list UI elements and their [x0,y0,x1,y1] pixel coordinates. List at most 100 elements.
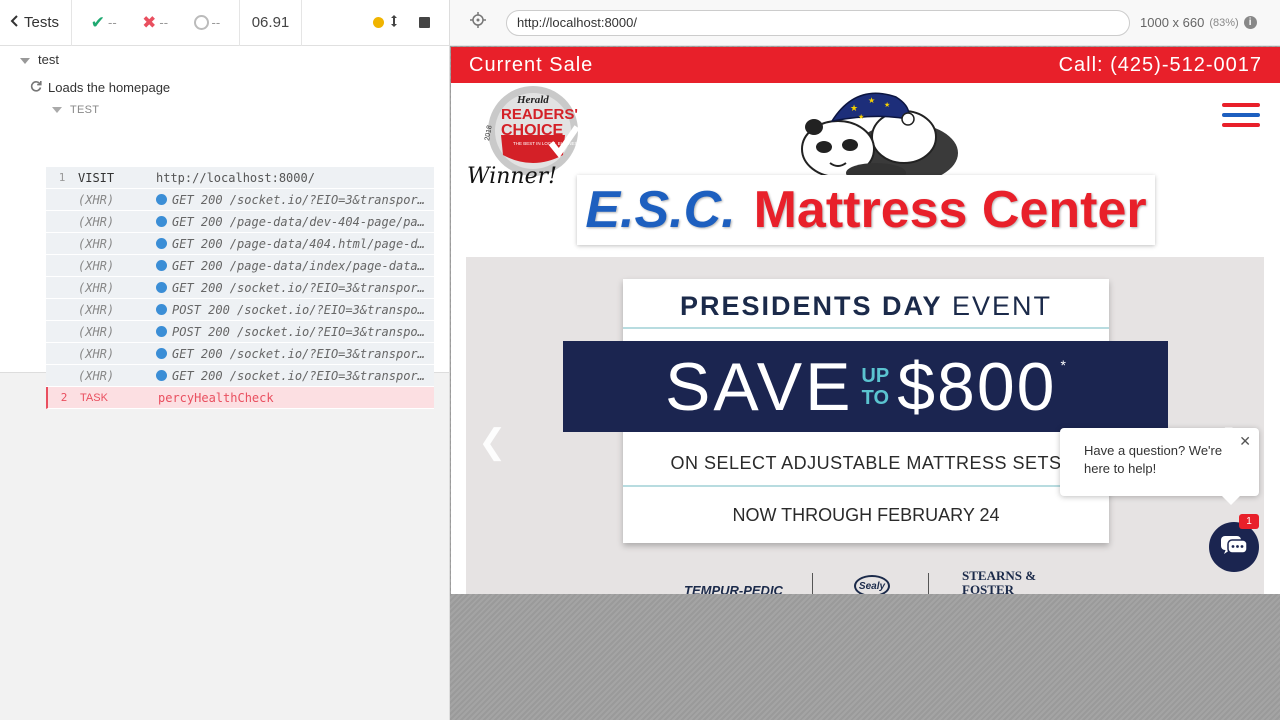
brand-logos: TEMPUR-PEDIC Sealy STEARNS & FOSTER [466,569,1264,594]
command-message: http://localhost:8000/ [156,171,434,185]
readers-choice-badge: Herald READERS' CHOICE 2018 THE BEST IN … [467,85,583,189]
command-row[interactable]: 1 VISIT http://localhost:8000/ [46,167,434,189]
chat-prompt[interactable]: Have a question? We're here to help! ✕ [1060,428,1259,496]
command-name: (XHR) [78,214,115,229]
command-message: GET 200 /page-data/dev-404-page/page-dat… [156,215,434,229]
brand-sealy: Sealy [854,575,890,594]
up-text: UP [861,364,890,387]
command-row[interactable]: (XHR) GET 200 /socket.io/?EIO=3&transport… [46,189,434,211]
selector-playground-button[interactable] [450,12,506,33]
command-message: percyHealthCheck [158,391,434,405]
caret-down-icon [20,57,30,64]
failed-count: -- [159,15,169,30]
xhr-status-dot-icon [156,259,167,271]
viewport-scale: (83%) [1209,16,1239,29]
stats: ✔ -- ✖ -- -- [72,0,240,46]
promo-divider [623,485,1109,487]
command-message-text: GET 200 /socket.io/?EIO=3&transport=poll… [172,192,434,207]
command-number: 2 [60,391,68,404]
command-row[interactable]: (XHR) GET 200 /socket.io/?EIO=3&transport… [46,365,434,387]
badge-winner-text: Winner! [467,164,557,189]
svg-text:★: ★ [868,96,875,105]
suite-label: test [38,52,59,67]
test-label: Loads the homepage [48,80,171,95]
badge-small-text: THE BEST IN LOCAL BUSINESS [513,141,581,146]
logo-name-text: Mattress Center [753,181,1147,239]
menu-bar-blue [1222,113,1260,117]
chat-bubbles-icon [1220,533,1248,562]
command-row[interactable]: (XHR) GET 200 /page-data/dev-404-page/pag… [46,211,434,233]
viewport-info[interactable]: 1000 x 660 (83%) i [1140,15,1257,30]
site-logo[interactable]: E.S.C. Mattress Center [577,175,1155,245]
info-icon: i [1243,16,1257,29]
command-name: VISIT [78,170,115,185]
suite-title[interactable]: test [20,52,59,67]
promo-title: PRESIDENTS DAY EVENT [623,291,1109,322]
command-message: GET 200 /socket.io/?EIO=3&transport=poll… [156,347,434,361]
save-asterisk: * [1060,357,1066,373]
tests-label: Tests [24,14,60,31]
save-amount: $800 [897,348,1057,425]
section-label[interactable]: TEST [52,104,99,116]
auto-scroll-toggle[interactable] [371,0,399,46]
phone-link[interactable]: Call: (425)-512-0017 [1059,54,1262,77]
command-message-text: GET 200 /page-data/index/page-data.json [172,258,434,273]
carousel-prev-arrow-icon[interactable]: ❮ [478,422,507,462]
command-message-text: http://localhost:8000/ [156,170,315,185]
command-message: POST 200 /socket.io/?EIO=3&transport=pol… [156,325,434,339]
logo-esc-text: E.S.C. [585,181,736,239]
stop-button[interactable] [399,0,449,46]
command-row[interactable]: (XHR) GET 200 /socket.io/?EIO=3&transport… [46,343,434,365]
promo-carousel: ❮ ❯ PRESIDENTS DAY EVENT ON SELECT ADJUS… [466,257,1264,594]
badge-readers-text: READERS' [501,106,578,123]
xhr-status-dot-icon [156,215,167,227]
command-message-text: POST 200 /socket.io/?EIO=3&transport=pol… [172,302,434,317]
passed-stat: ✔ -- [91,13,117,33]
command-row[interactable]: (XHR) GET 200 /page-data/index/page-data.… [46,255,434,277]
x-icon: ✖ [142,12,157,32]
tests-button[interactable]: Tests [0,0,72,46]
command-message-text: GET 200 /socket.io/?EIO=3&transport=poll… [172,280,434,295]
up-to-text: UP TO [861,365,889,409]
xhr-status-dot-icon [156,193,167,205]
sleeping-panda-illustration: ★ ★ ★ ★ [796,87,966,187]
failed-stat: ✖ -- [142,13,168,33]
menu-hamburger-button[interactable] [1222,103,1260,133]
xhr-status-dot-icon [156,369,167,381]
test-title[interactable]: Loads the homepage [30,80,170,95]
chat-button[interactable] [1209,522,1259,572]
command-row[interactable]: 2 TASK percyHealthCheck [46,387,434,409]
brand-separator [928,573,929,594]
promo-date: NOW THROUGH FEBRUARY 24 [732,505,1000,525]
command-row[interactable]: (XHR) POST 200 /socket.io/?EIO=3&transpor… [46,299,434,321]
command-message-text: GET 200 /socket.io/?EIO=3&transport=poll… [172,368,434,383]
command-row[interactable]: (XHR) GET 200 /page-data/404.html/page-da… [46,233,434,255]
svg-text:★: ★ [858,113,864,121]
close-icon[interactable]: ✕ [1239,432,1251,450]
save-word: SAVE [665,348,854,425]
menu-bar-red-2 [1222,123,1260,127]
url-bar[interactable]: http://localhost:8000/ [506,9,1130,36]
chevron-left-icon [10,14,20,32]
command-message-text: GET 200 /socket.io/?EIO=3&transport=poll… [172,346,434,361]
section-text: TEST [70,104,100,116]
command-message: GET 200 /page-data/index/page-data.json [156,259,434,273]
check-icon: ✔ [90,12,105,32]
command-message: GET 200 /page-data/404.html/page-data.js… [156,237,434,251]
current-sale-link[interactable]: Current Sale [469,54,593,77]
crosshair-icon [470,12,486,33]
aut-header: http://localhost:8000/ 1000 x 660 (83%) … [450,0,1280,46]
xhr-status-dot-icon [156,347,167,359]
viewport-size: 1000 x 660 [1140,15,1205,30]
site-topbar: Current Sale Call: (425)-512-0017 [451,47,1280,83]
command-name: (XHR) [78,192,115,207]
command-message-text: POST 200 /socket.io/?EIO=3&transport=pol… [172,324,434,339]
chat-prompt-text: Have a question? We're here to help! [1084,443,1223,476]
app-preview: http://localhost:8000/ 1000 x 660 (83%) … [450,0,1280,720]
command-message-text: GET 200 /page-data/dev-404-page/page-dat… [172,214,434,229]
promo-divider [623,327,1109,329]
save-banner: SAVE UP TO $800 * [563,341,1168,432]
brand-tempur: TEMPUR-PEDIC [684,583,783,594]
command-row[interactable]: (XHR) POST 200 /socket.io/?EIO=3&transpor… [46,321,434,343]
command-row[interactable]: (XHR) GET 200 /socket.io/?EIO=3&transport… [46,277,434,299]
